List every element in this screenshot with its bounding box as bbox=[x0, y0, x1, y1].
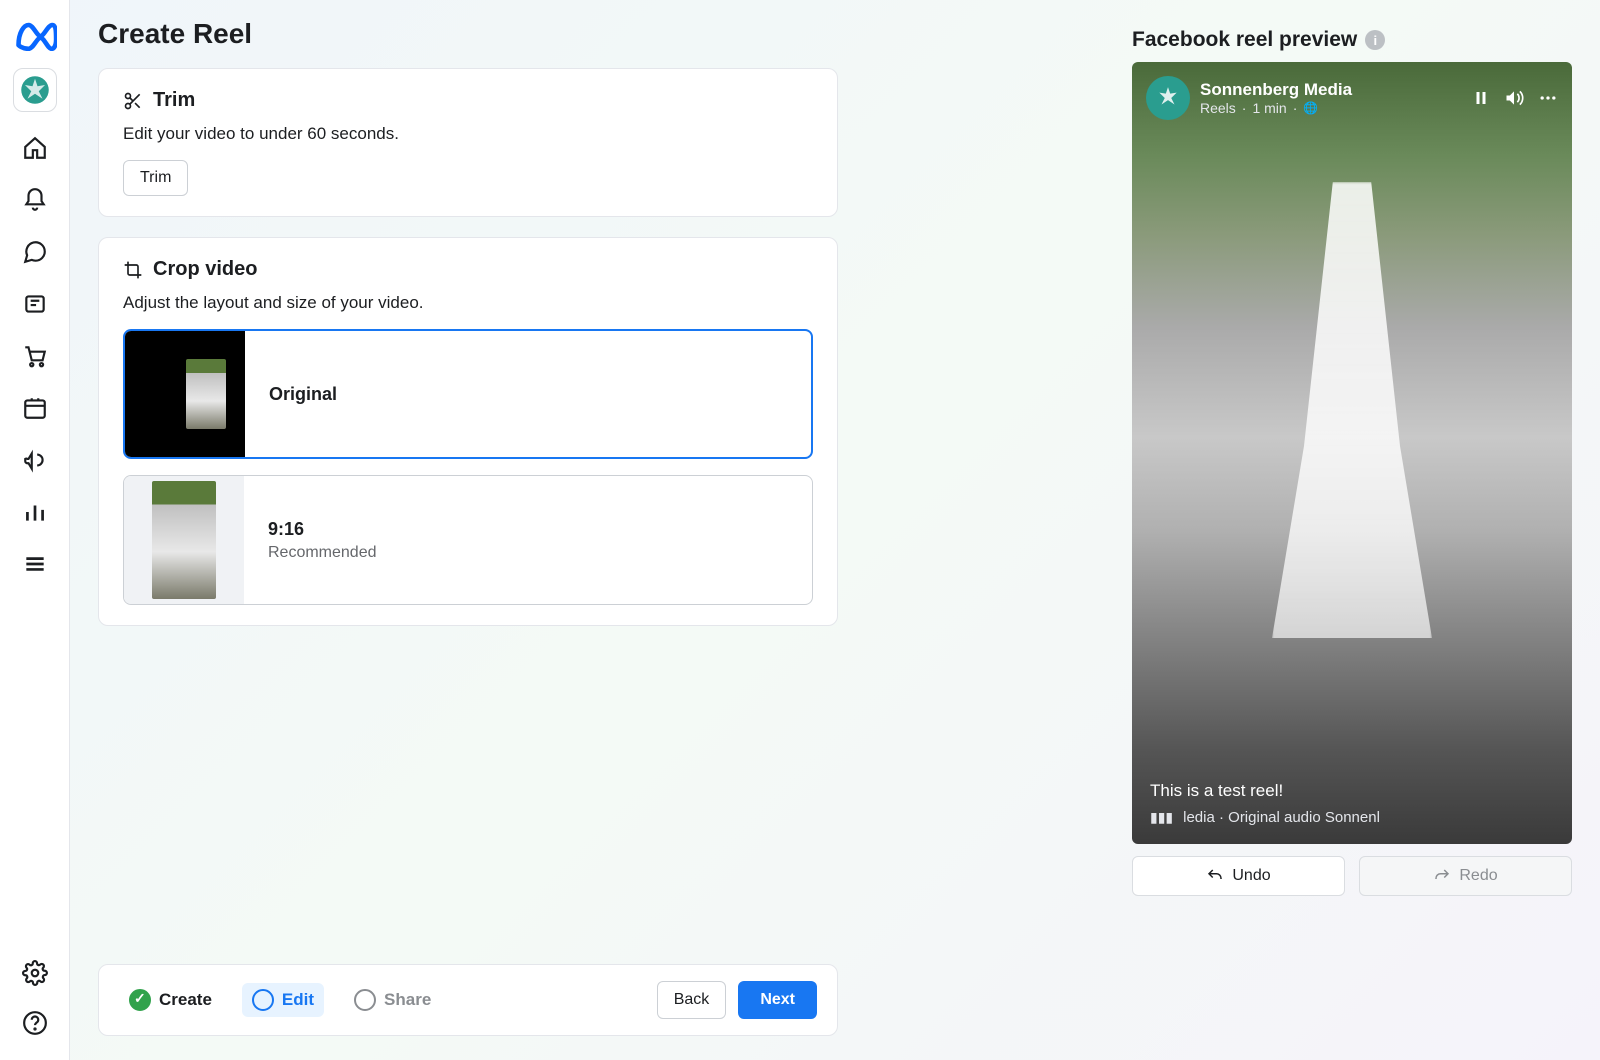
globe-icon: 🌐 bbox=[1303, 101, 1318, 115]
crop-title: Crop video bbox=[153, 258, 257, 281]
volume-icon[interactable] bbox=[1504, 88, 1524, 108]
check-icon bbox=[129, 989, 151, 1011]
preview-title: Facebook reel preview bbox=[1132, 28, 1357, 52]
next-button[interactable]: Next bbox=[738, 981, 817, 1019]
preview-meta: Reels · 1 min · 🌐 bbox=[1200, 100, 1352, 116]
trim-description: Edit your video to under 60 seconds. bbox=[123, 124, 813, 144]
preview-audio[interactable]: ▮▮▮ ledia · Original audio Sonnenl bbox=[1150, 809, 1554, 826]
sidebar bbox=[0, 0, 70, 1060]
bell-icon[interactable] bbox=[21, 186, 49, 214]
preview-profile-name[interactable]: Sonnenberg Media bbox=[1200, 80, 1352, 100]
redo-button: Redo bbox=[1359, 856, 1572, 896]
crop-icon bbox=[123, 260, 143, 280]
post-icon[interactable] bbox=[21, 290, 49, 318]
crop-description: Adjust the layout and size of your video… bbox=[123, 293, 813, 313]
undo-button[interactable]: Undo bbox=[1132, 856, 1345, 896]
cart-icon[interactable] bbox=[21, 342, 49, 370]
insights-icon[interactable] bbox=[21, 498, 49, 526]
audio-icon: ▮▮▮ bbox=[1150, 809, 1173, 826]
reel-preview: Sonnenberg Media Reels · 1 min · 🌐 bbox=[1132, 62, 1572, 844]
info-icon[interactable]: i bbox=[1365, 30, 1385, 50]
page-avatar[interactable] bbox=[13, 68, 57, 112]
scissors-icon bbox=[123, 91, 143, 111]
step-create[interactable]: Create bbox=[119, 983, 222, 1017]
step-share[interactable]: Share bbox=[344, 983, 441, 1017]
meta-logo[interactable] bbox=[13, 14, 57, 58]
step-edit[interactable]: Edit bbox=[242, 983, 324, 1017]
crop-label: Original bbox=[269, 384, 337, 405]
trim-title: Trim bbox=[153, 89, 195, 112]
help-icon[interactable] bbox=[22, 1010, 48, 1036]
home-icon[interactable] bbox=[21, 134, 49, 162]
waterfall-graphic bbox=[1272, 182, 1432, 662]
circle-icon bbox=[354, 989, 376, 1011]
more-icon[interactable] bbox=[1538, 88, 1558, 108]
back-button[interactable]: Back bbox=[657, 981, 727, 1019]
stepper-footer: Create Edit Share Back Next bbox=[98, 964, 838, 1036]
pause-icon[interactable] bbox=[1472, 89, 1490, 107]
trim-card: Trim Edit your video to under 60 seconds… bbox=[98, 68, 838, 217]
circle-icon bbox=[252, 989, 274, 1011]
trim-button[interactable]: Trim bbox=[123, 160, 188, 196]
crop-label: 9:16 bbox=[268, 519, 377, 540]
settings-icon[interactable] bbox=[22, 960, 48, 986]
crop-tag: Recommended bbox=[268, 544, 377, 562]
menu-icon[interactable] bbox=[21, 550, 49, 578]
crop-thumb-916 bbox=[124, 476, 244, 604]
chat-icon[interactable] bbox=[21, 238, 49, 266]
crop-thumb-original bbox=[125, 331, 245, 457]
crop-option-original[interactable]: Original bbox=[123, 329, 813, 459]
preview-caption: This is a test reel! bbox=[1150, 781, 1554, 801]
preview-avatar[interactable] bbox=[1146, 76, 1190, 120]
megaphone-icon[interactable] bbox=[21, 446, 49, 474]
page-title: Create Reel bbox=[98, 18, 838, 50]
calendar-icon[interactable] bbox=[21, 394, 49, 422]
crop-card: Crop video Adjust the layout and size of… bbox=[98, 237, 838, 626]
crop-option-916[interactable]: 9:16 Recommended bbox=[123, 475, 813, 605]
